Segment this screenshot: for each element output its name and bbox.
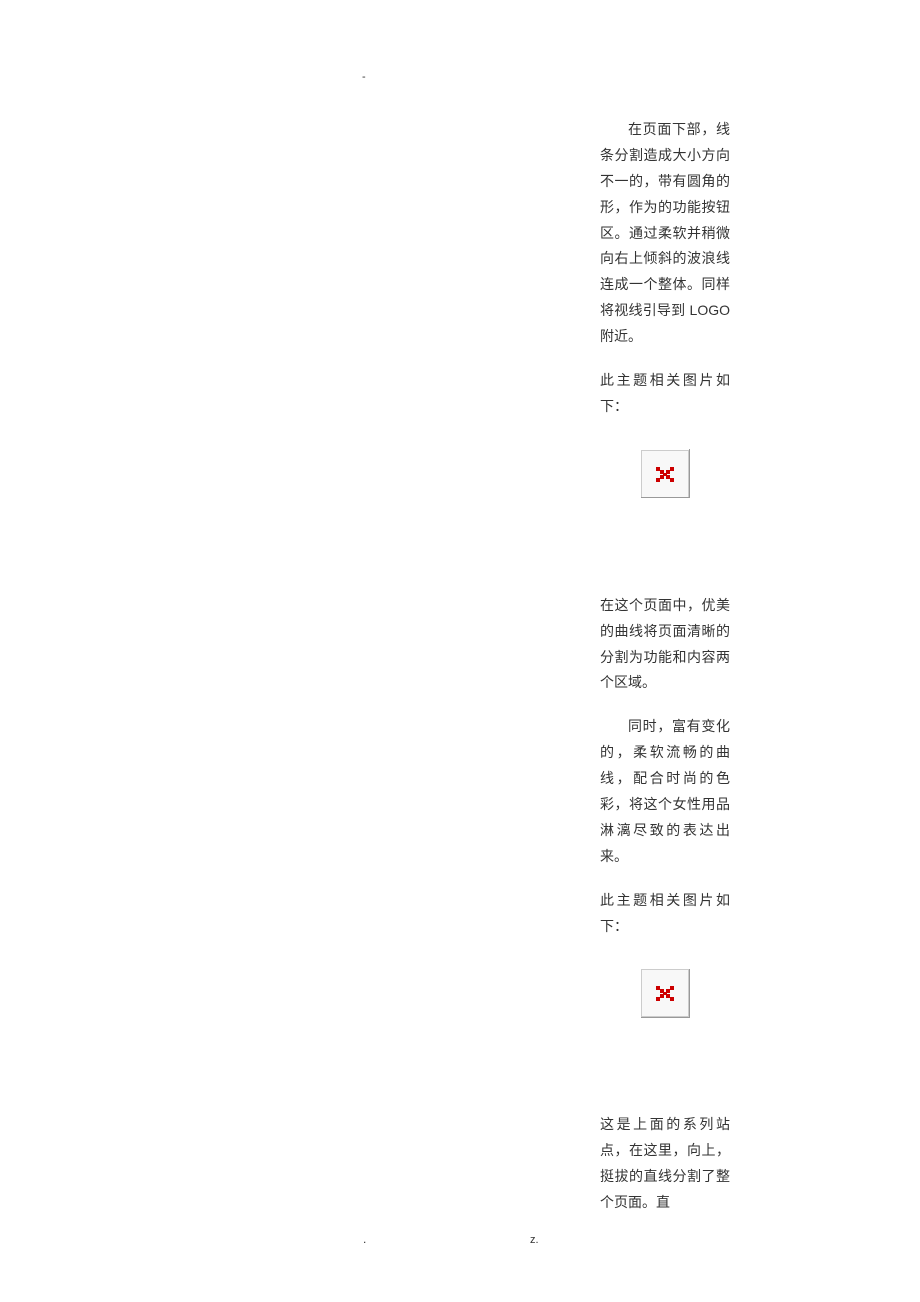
paragraph-2: 此主题相关图片如下： xyxy=(600,368,730,420)
broken-image-icon xyxy=(656,984,674,1002)
paragraph-1: 在页面下部，线条分割造成大小方向不一的，带有圆角的形，作为的功能按钮区。通过柔软… xyxy=(600,117,730,350)
footer-dot: . xyxy=(363,1232,366,1246)
broken-image-icon xyxy=(656,465,674,483)
footer-z: z. xyxy=(530,1234,539,1246)
broken-image-1 xyxy=(641,450,689,498)
paragraph-6: 这是上面的系列站点，在这里，向上，挺拔的直线分割了整个页面。直 xyxy=(600,1112,730,1216)
header-mark: - xyxy=(362,71,366,83)
paragraph-5: 此主题相关图片如下： xyxy=(600,888,730,940)
paragraph-4: 同时，富有变化的，柔软流畅的曲线，配合时尚的色彩，将这个女性用品淋漓尽致的表达出… xyxy=(600,714,730,869)
content-column: 在页面下部，线条分割造成大小方向不一的，带有圆角的形，作为的功能按钮区。通过柔软… xyxy=(600,117,730,1234)
paragraph-3: 在这个页面中，优美的曲线将页面清晰的分割为功能和内容两个区域。 xyxy=(600,593,730,697)
image-wrapper-1 xyxy=(600,450,730,533)
broken-image-2 xyxy=(641,969,689,1017)
image-wrapper-2 xyxy=(600,969,730,1052)
